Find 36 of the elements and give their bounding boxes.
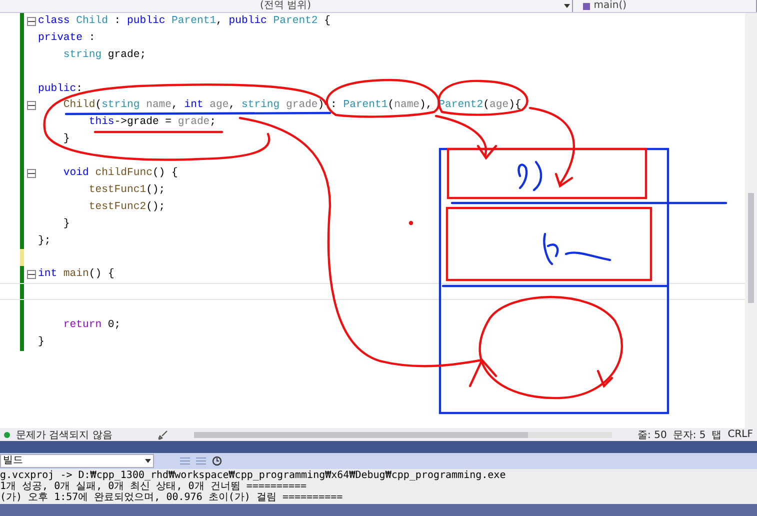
- clock-icon[interactable]: [212, 456, 222, 466]
- code-line: };: [38, 234, 51, 248]
- code-line: public:: [38, 82, 83, 96]
- code-line: return 0;: [62, 318, 121, 332]
- code-line: int main() {: [38, 268, 114, 282]
- output-line: (가) 오후 1:57에 완료되었으며, 00.976 초이(가) 걸림 ==========: [0, 492, 343, 503]
- code-line: string grade;: [62, 48, 146, 62]
- code-line: class Child : public Parent1, public Parent2 {: [38, 14, 330, 28]
- caret-icon[interactable]: [564, 4, 570, 8]
- issues-status[interactable]: 문제가 검색되지 않음: [16, 428, 112, 442]
- collapse-icon[interactable]: [26, 168, 36, 178]
- caret-icon[interactable]: [145, 459, 151, 463]
- output-source-dropdown[interactable]: 빌드: [0, 454, 154, 468]
- code-line: private :: [38, 32, 96, 45]
- scope-dropdown[interactable]: (전역 범위): [260, 0, 573, 12]
- line-number[interactable]: 줄: 50: [638, 428, 667, 442]
- code-line: }: [62, 133, 70, 146]
- code-line: void childFunc() {: [62, 166, 178, 180]
- column-number[interactable]: 문자: 5: [672, 428, 706, 442]
- code-line: }: [62, 218, 70, 231]
- output-line: g.vcxproj -> D:₩cpp_1300_rhd₩workspace₩cpp_programming₩x64₩Debug₩cpp_programming.exe: [0, 470, 506, 481]
- check-circle-icon: [4, 432, 10, 438]
- vertical-scrollbar[interactable]: [745, 13, 757, 428]
- code-line: testFunc1();: [88, 184, 166, 197]
- collapse-icon[interactable]: [26, 101, 36, 110]
- member-dropdown[interactable]: main(): [582, 0, 757, 12]
- output-line: 1개 성공, 0개 실패, 0개 최신 상태, 0개 건너뜀 ==========: [0, 481, 307, 492]
- code-line: }: [38, 336, 44, 349]
- horizontal-scrollbar[interactable]: [194, 432, 612, 438]
- collapse-icon[interactable]: [26, 16, 36, 26]
- code-line: this->grade = grade;: [88, 116, 216, 130]
- indent-mode[interactable]: 탭: [712, 428, 722, 442]
- line-ending[interactable]: CRLF: [728, 429, 753, 440]
- brush-icon[interactable]: [158, 430, 168, 440]
- collapse-icon[interactable]: [26, 270, 36, 280]
- code-line: testFunc2();: [88, 200, 166, 214]
